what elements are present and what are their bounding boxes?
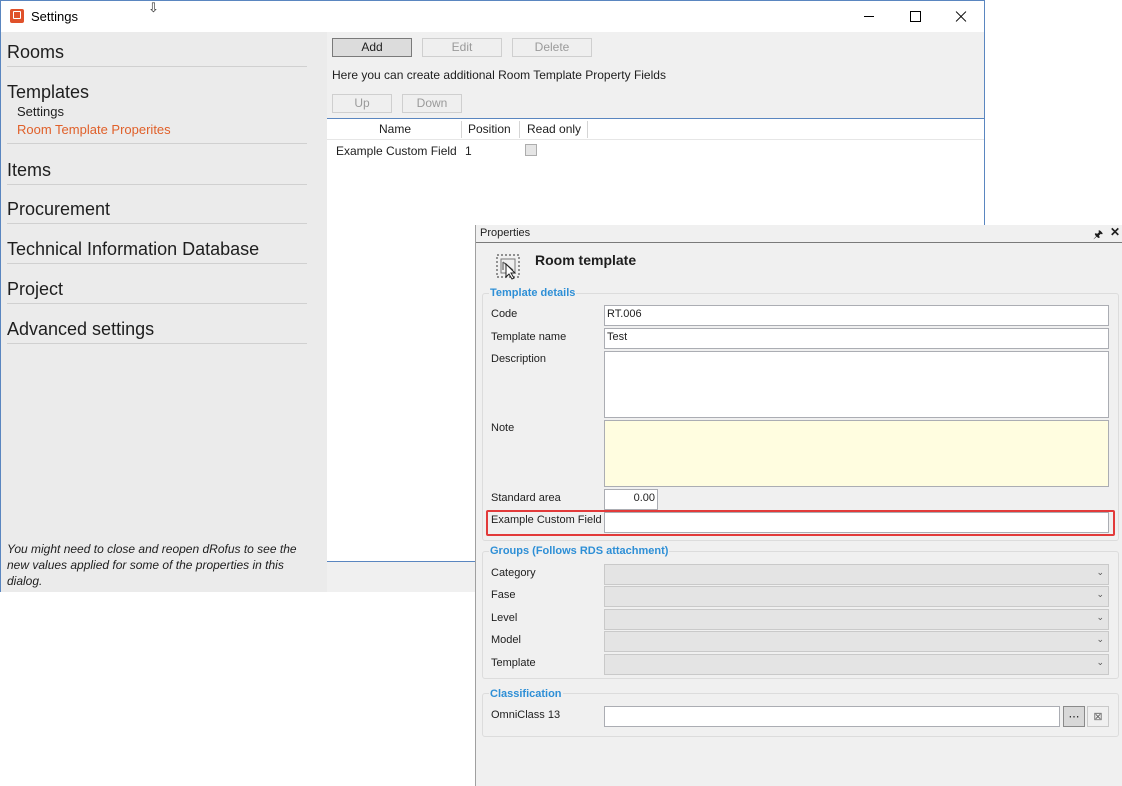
pin-icon[interactable]: 🖈︎ [1093,226,1103,245]
description-label: Description [491,353,547,365]
read-only-checkbox[interactable] [525,144,537,156]
column-header-name[interactable]: Name [379,122,411,136]
maximize-button[interactable] [892,1,938,32]
omniclass-field[interactable] [604,706,1060,727]
chevron-down-icon: ⌄ [1096,612,1104,622]
minimize-button[interactable] [846,1,892,32]
example-custom-field-label: Example Custom Field [491,514,602,526]
add-button[interactable]: Add [332,38,412,57]
template-name-label: Template name [491,331,567,343]
nav-item-templates[interactable]: Templates [7,82,307,103]
column-header-read-only[interactable]: Read only [527,122,581,136]
nav-subitem-template-settings[interactable]: Settings [17,103,307,121]
entity-title: Room template [535,252,637,268]
model-select[interactable]: ⌄ [604,631,1109,652]
code-field[interactable]: RT.006 [604,305,1109,326]
category-label: Category [491,567,536,579]
nav-item-advanced-settings[interactable]: Advanced settings [7,319,307,340]
chevron-down-icon: ⌄ [1096,589,1104,599]
chevron-down-icon: ⌄ [1096,567,1104,577]
omniclass-label: OmniClass 13 [491,709,561,721]
room-template-icon [496,254,520,280]
nav-item-technical-information-database[interactable]: Technical Information Database [7,239,307,260]
delete-button[interactable]: Delete [512,38,592,57]
resize-cursor-icon: ⇩ [148,0,159,15]
standard-area-label: Standard area [491,492,561,504]
table-row-position-cell[interactable]: 1 [465,144,472,158]
nav-section-procurement: Procurement [7,199,307,224]
nav-subitem-room-template-properties[interactable]: Room Template Properites [17,121,307,139]
template-select[interactable]: ⌄ [604,654,1109,675]
header-divider [327,139,984,140]
browse-button[interactable]: ⋯ [1063,706,1085,727]
standard-area-field[interactable]: 0.00 [604,489,658,510]
template-name-field[interactable]: Test [604,328,1109,349]
description-field[interactable] [604,351,1109,418]
restart-note: You might need to close and reopen dRofu… [7,542,297,588]
table-row-name-cell[interactable]: Example Custom Field [336,144,457,158]
nav-section-items: Items [7,160,307,185]
drofus-app-icon [10,9,24,23]
nav-section-advanced: Advanced settings [7,319,307,344]
nav-item-procurement[interactable]: Procurement [7,199,307,220]
chevron-down-icon: ⌄ [1096,657,1104,667]
column-separator [519,121,520,138]
column-separator [587,121,588,138]
settings-sidebar: Rooms Templates Settings Room Template P… [1,32,327,592]
down-button[interactable]: Down [402,94,462,113]
nav-section-tid: Technical Information Database [7,239,307,264]
title-bar[interactable]: Settings ⇩ [1,0,984,32]
template-label: Template [491,657,536,669]
close-window-button[interactable] [938,1,984,32]
example-custom-field-input[interactable] [604,512,1109,533]
note-label: Note [491,422,515,434]
template-details-title: Template details [489,287,577,299]
properties-panel: Properties 🖈︎ ✕ Room template Template d… [475,225,1122,786]
nav-section-rooms: Rooms [7,42,307,67]
window-title: Settings [31,9,78,24]
nav-item-project[interactable]: Project [7,279,307,300]
model-label: Model [491,634,521,646]
up-button[interactable]: Up [332,94,392,113]
column-header-position[interactable]: Position [468,122,511,136]
close-icon[interactable]: ✕ [1110,225,1120,239]
info-text: Here you can create additional Room Temp… [332,68,666,82]
nav-item-items[interactable]: Items [7,160,307,181]
code-label: Code [491,308,518,320]
properties-title: Properties [480,227,531,239]
nav-section-project: Project [7,279,307,304]
classification-title: Classification [489,688,563,700]
note-field[interactable] [604,420,1109,487]
nav-item-rooms[interactable]: Rooms [7,42,307,63]
groups-title: Groups (Follows RDS attachment) [489,545,670,557]
nav-section-templates: Templates Settings Room Template Properi… [7,82,307,144]
fase-label: Fase [491,589,516,601]
edit-button[interactable]: Edit [422,38,502,57]
clear-x-icon[interactable]: ⊠ [1087,706,1109,727]
level-label: Level [491,612,518,624]
level-select[interactable]: ⌄ [604,609,1109,630]
properties-header: Properties 🖈︎ ✕ [476,225,1122,243]
category-select[interactable]: ⌄ [604,564,1109,585]
fase-select[interactable]: ⌄ [604,586,1109,607]
column-separator [461,121,462,138]
chevron-down-icon: ⌄ [1096,634,1104,644]
